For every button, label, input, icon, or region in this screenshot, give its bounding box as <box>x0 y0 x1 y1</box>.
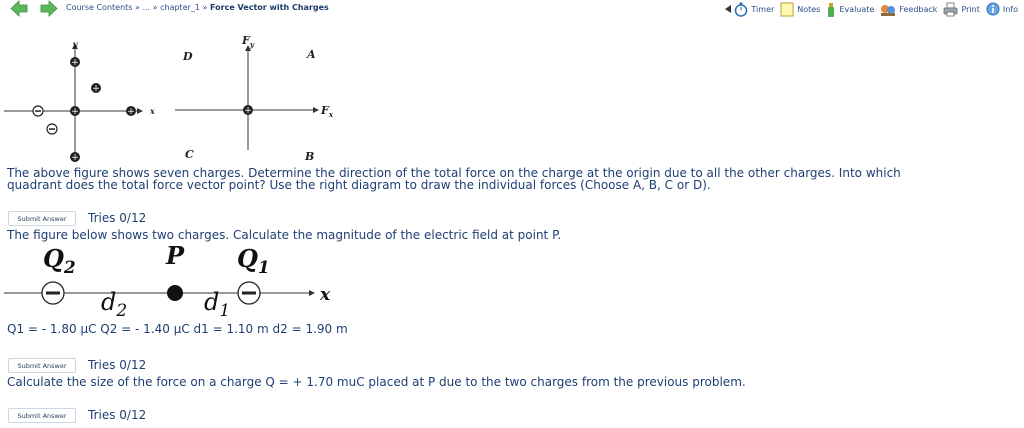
submit-answer-button-3[interactable]: Submit Answer <box>8 408 76 423</box>
timer-button[interactable]: Timer <box>725 2 774 17</box>
problem3-text: Calculate the size of the force on a cha… <box>7 375 746 389</box>
x-axis-label: x <box>149 106 155 116</box>
forward-arrow-icon[interactable] <box>40 0 58 17</box>
print-button[interactable]: Print <box>943 2 980 17</box>
charge-q2 <box>41 281 65 305</box>
info-button[interactable]: Info <box>986 2 1018 16</box>
quadrant-a-label: A <box>306 48 316 61</box>
info-icon <box>986 2 1000 16</box>
info-label: Info <box>1002 4 1018 14</box>
notes-icon <box>780 2 794 16</box>
svg-text:+: + <box>92 84 100 94</box>
toolbar: Timer Notes Evaluate Feedback Print Info <box>725 1 1018 17</box>
positive-charge-origin: + <box>70 106 80 117</box>
back-arrow-icon[interactable] <box>10 0 28 17</box>
positive-charge-center: + <box>243 105 253 116</box>
print-icon <box>944 2 958 16</box>
breadcrumb-chapter-link[interactable]: chapter_1 <box>160 3 200 12</box>
tries-counter-2: Tries 0/12 <box>88 358 147 372</box>
quadrant-b-label: B <box>304 150 314 163</box>
breadcrumb: Course Contents » ... » chapter_1 » Forc… <box>66 3 329 12</box>
positive-charge: + <box>126 106 136 117</box>
svg-text:+: + <box>71 107 79 117</box>
breadcrumb-course-link[interactable]: Course Contents <box>66 3 132 12</box>
small-left-arrow-icon <box>725 5 732 13</box>
breadcrumb-separator: » <box>152 3 158 12</box>
p-label: P <box>165 241 185 270</box>
svg-text:+: + <box>71 58 79 68</box>
positive-charge: + <box>91 83 101 94</box>
tries-counter-3: Tries 0/12 <box>88 408 147 422</box>
negative-charge <box>46 123 58 135</box>
q2-label: Q2 <box>43 244 76 278</box>
two-charge-figure: x Q2 P Q1 d2 d1 <box>4 241 331 321</box>
svg-text:+: + <box>71 153 79 163</box>
evaluate-icon <box>828 2 835 17</box>
breadcrumb-ellipsis[interactable]: ... <box>142 3 150 12</box>
timer-label: Timer <box>751 4 775 14</box>
submit-answer-button-1[interactable]: Submit Answer <box>8 211 76 226</box>
charge-figure: y x + + + + + + Fy Fx D A C B <box>4 34 334 163</box>
problem1-text-line2: quadrant does the total force vector poi… <box>7 178 711 192</box>
fx-label: Fx <box>320 104 334 119</box>
point-p <box>167 285 183 301</box>
negative-charge <box>32 105 44 117</box>
feedback-label: Feedback <box>899 4 938 14</box>
notes-label: Notes <box>797 4 821 14</box>
positive-charge: + <box>70 57 80 68</box>
feedback-button[interactable]: Feedback <box>880 2 937 17</box>
evaluate-button[interactable]: Evaluate <box>826 2 874 17</box>
breadcrumb-separator: » <box>202 3 208 12</box>
notes-button[interactable]: Notes <box>780 2 820 17</box>
svg-text:+: + <box>127 107 135 117</box>
charge-q1 <box>237 281 261 305</box>
y-axis-label: y <box>72 39 79 49</box>
quadrant-c-label: C <box>185 148 194 161</box>
svg-text:+: + <box>244 106 252 116</box>
evaluate-label: Evaluate <box>839 4 875 14</box>
positive-charge: + <box>70 152 80 163</box>
submit-answer-button-2[interactable]: Submit Answer <box>8 358 76 373</box>
print-label: Print <box>961 4 980 14</box>
q1-label: Q1 <box>237 244 270 278</box>
timer-icon <box>735 2 748 17</box>
problem2-values: Q1 = - 1.80 μC Q2 = - 1.40 μC d1 = 1.10 … <box>7 322 348 336</box>
fy-label: Fy <box>241 34 255 49</box>
breadcrumb-current-page: Force Vector with Charges <box>210 3 329 12</box>
quadrant-d-label: D <box>182 50 193 63</box>
top-bar: Course Contents » ... » chapter_1 » Forc… <box>0 0 1024 18</box>
feedback-icon <box>881 4 896 16</box>
breadcrumb-separator: » <box>135 3 140 12</box>
tries-counter-1: Tries 0/12 <box>88 211 147 225</box>
x-axis-label: x <box>319 285 331 305</box>
